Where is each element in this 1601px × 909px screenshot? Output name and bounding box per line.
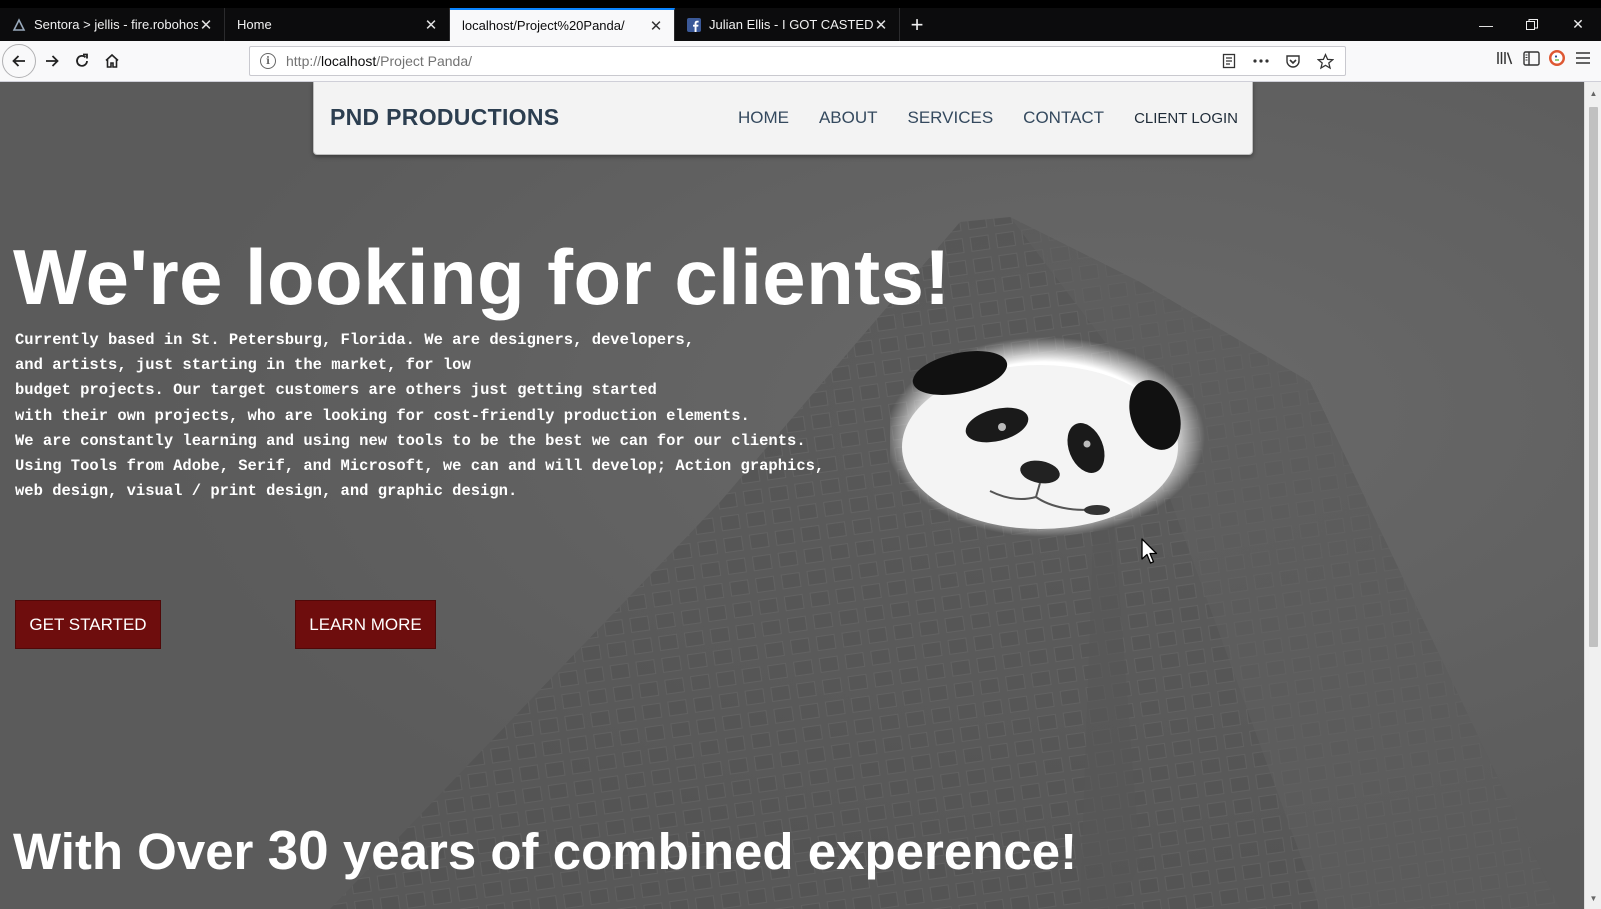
page-actions-icon[interactable]: [1249, 49, 1273, 73]
window-close-icon[interactable]: ✕: [1555, 8, 1601, 41]
mouse-cursor-icon: [1141, 538, 1158, 564]
home-button[interactable]: [97, 46, 127, 76]
tab-title: Sentora > jellis - fire.robohost.t: [34, 17, 198, 32]
brand-logo[interactable]: PND PRODUCTIONS: [330, 104, 559, 131]
library-icon[interactable]: [1493, 46, 1517, 70]
close-icon[interactable]: ✕: [873, 17, 889, 34]
menu-home[interactable]: HOME: [738, 108, 789, 128]
minimize-icon[interactable]: —: [1463, 8, 1509, 41]
scrollbar-thumb[interactable]: [1589, 107, 1598, 647]
tab-sentora[interactable]: Sentora > jellis - fire.robohost.t ✕: [0, 8, 225, 41]
intro-line: and artists, just starting in the market…: [15, 356, 471, 375]
reader-view-icon[interactable]: [1217, 49, 1241, 73]
scroll-up-arrow-icon[interactable]: ▲: [1585, 84, 1601, 102]
url-host: localhost: [321, 53, 377, 69]
back-arrow-icon: [12, 55, 25, 67]
tab-title: Julian Ellis - I GOT CASTED!!!!: [709, 17, 873, 32]
experience-text-after: years of combined experence!: [328, 823, 1078, 880]
reload-button[interactable]: [67, 46, 97, 76]
tab-project-panda[interactable]: localhost/Project%20Panda/ ✕: [450, 8, 675, 41]
page-viewport: PND PRODUCTIONS HOME ABOUT SERVICES CONT…: [0, 82, 1584, 909]
tab-title: Home: [237, 17, 272, 32]
url-path: /Project Panda/: [376, 53, 473, 69]
address-bar[interactable]: i http://localhost/Project Panda/: [249, 46, 1346, 76]
pocket-icon[interactable]: [1281, 49, 1305, 73]
tab-title: localhost/Project%20Panda/: [462, 18, 625, 33]
forward-arrow-icon: [46, 55, 59, 67]
experience-text-before: With Over: [13, 823, 268, 880]
site-header: PND PRODUCTIONS HOME ABOUT SERVICES CONT…: [313, 82, 1253, 155]
sentora-icon: [12, 17, 26, 32]
intro-line: Currently based in St. Petersburg, Flori…: [15, 331, 695, 349]
intro-line: Using Tools from Adobe, Serif, and Micro…: [15, 457, 825, 476]
menu-services[interactable]: SERVICES: [908, 108, 994, 128]
url-text[interactable]: http://localhost/Project Panda/: [286, 53, 472, 69]
back-button[interactable]: [2, 44, 36, 78]
close-icon[interactable]: ✕: [198, 17, 214, 34]
sidebar-icon[interactable]: [1519, 46, 1543, 70]
intro-line: We are constantly learning and using new…: [15, 431, 806, 450]
tab-home[interactable]: Home ✕: [225, 8, 450, 41]
intro-line: web design, visual / print design, and g…: [15, 482, 518, 501]
intro-paragraph: Currently based in St. Petersburg, Flori…: [15, 328, 885, 504]
experience-headline: With Over 30 years of combined experence…: [13, 818, 1077, 882]
hamburger-menu-icon[interactable]: [1571, 46, 1595, 70]
close-icon[interactable]: ✕: [648, 18, 664, 35]
home-icon: [105, 53, 119, 68]
close-icon[interactable]: ✕: [423, 17, 439, 34]
restore-icon[interactable]: [1509, 8, 1555, 41]
bookmark-star-icon[interactable]: [1313, 49, 1337, 73]
scroll-down-arrow-icon[interactable]: ▼: [1585, 889, 1601, 907]
learn-more-button[interactable]: LEARN MORE: [295, 600, 436, 649]
vertical-scrollbar[interactable]: ▲ ▼: [1584, 82, 1601, 909]
reload-icon: [76, 53, 88, 67]
hero-headline: We're looking for clients!: [13, 233, 951, 321]
intro-line: budget projects. Our target customers ar…: [15, 381, 657, 400]
facebook-icon: [687, 17, 701, 32]
menu-contact[interactable]: CONTACT: [1023, 108, 1104, 128]
experience-years: 30: [267, 819, 329, 881]
url-prefix: http://: [286, 53, 322, 69]
tab-strip: Sentora > jellis - fire.robohost.t ✕ Hom…: [0, 8, 1601, 41]
new-tab-button[interactable]: +: [900, 8, 934, 41]
menu-client-login[interactable]: CLIENT LOGIN: [1134, 110, 1238, 127]
navigation-toolbar: i http://localhost/Project Panda/: [0, 41, 1601, 82]
tab-facebook[interactable]: Julian Ellis - I GOT CASTED!!!! ✕: [675, 8, 900, 41]
get-started-button[interactable]: GET STARTED: [15, 600, 161, 649]
panda-face-image: [890, 337, 1205, 537]
main-menu: HOME ABOUT SERVICES CONTACT CLIENT LOGIN: [708, 108, 1238, 128]
forward-button[interactable]: [37, 46, 67, 76]
duckduckgo-extension-icon[interactable]: [1545, 46, 1569, 70]
menu-about[interactable]: ABOUT: [819, 108, 878, 128]
intro-line: with their own projects, who are looking…: [15, 406, 750, 425]
site-info-icon[interactable]: i: [260, 53, 276, 69]
